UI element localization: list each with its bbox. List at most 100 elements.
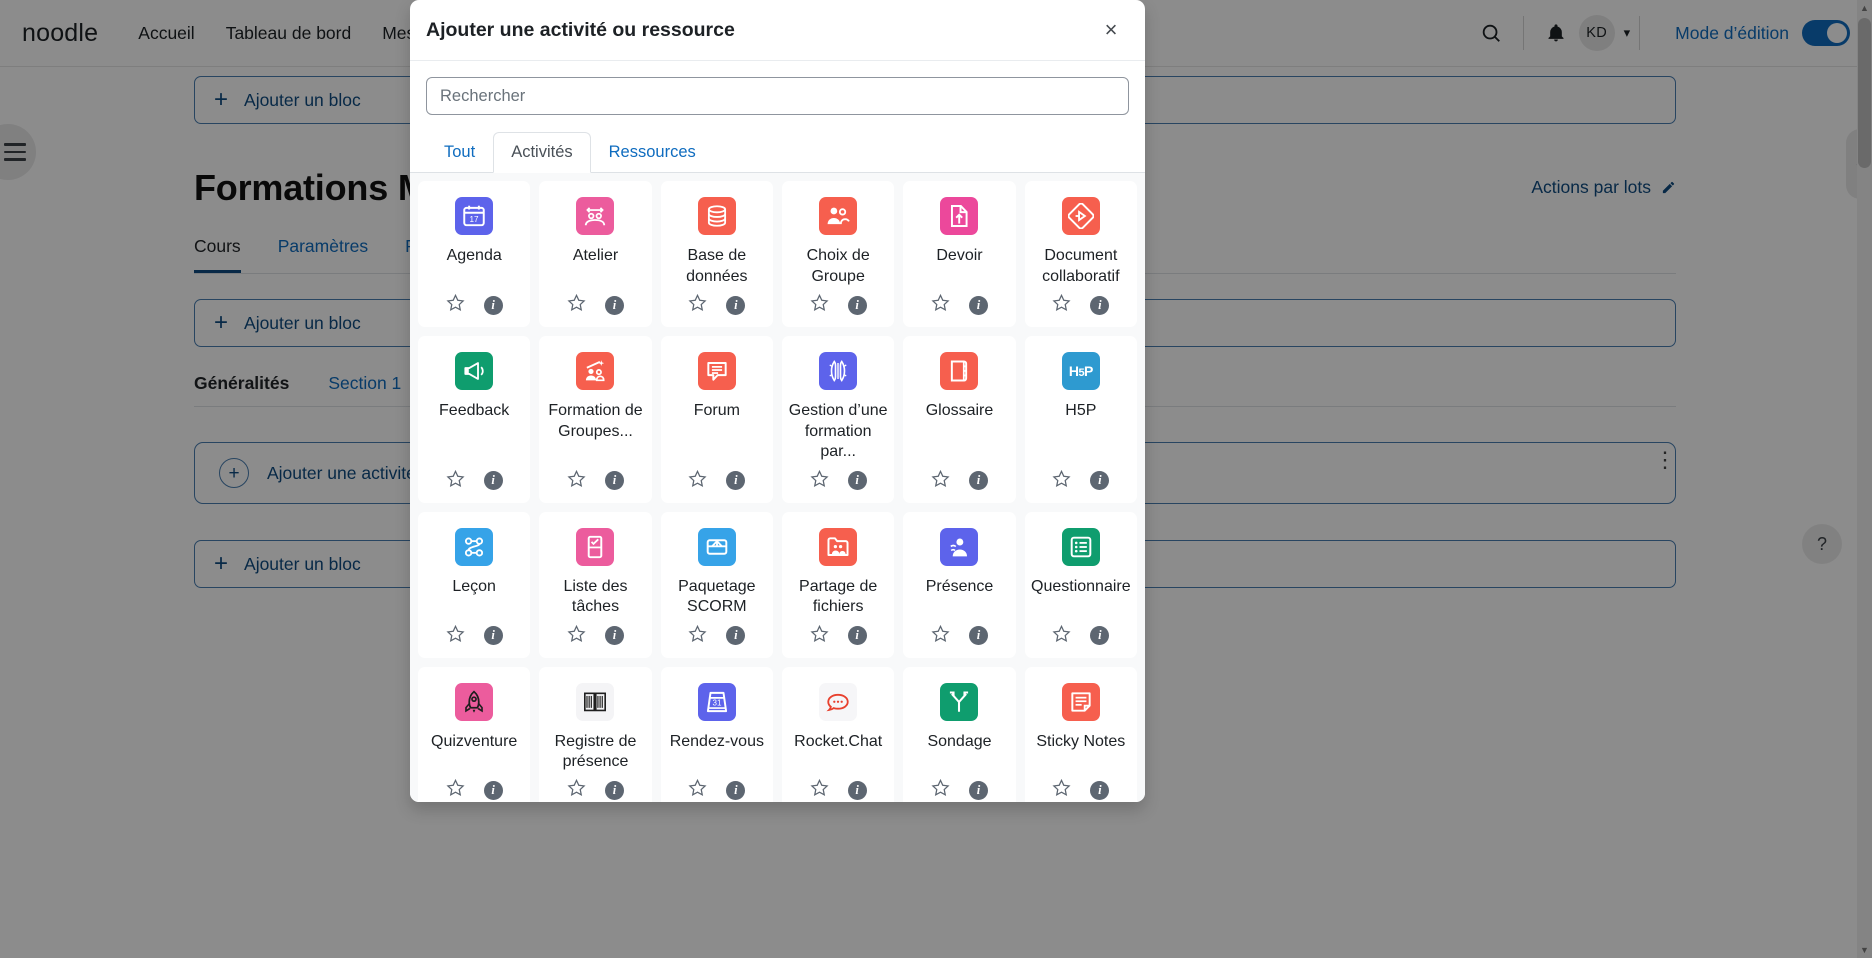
star-outline-icon[interactable] bbox=[446, 293, 465, 317]
lesson-icon bbox=[455, 527, 494, 566]
info-circle-icon[interactable]: i bbox=[483, 471, 503, 491]
activity-card-actions: i bbox=[931, 293, 988, 319]
activity-card[interactable]: Glossaire i bbox=[903, 336, 1016, 503]
info-circle-icon[interactable]: i bbox=[968, 626, 988, 646]
activity-card[interactable]: Registre de présence i bbox=[539, 666, 652, 802]
star-outline-icon[interactable] bbox=[567, 778, 586, 802]
info-circle-icon[interactable]: i bbox=[847, 471, 867, 491]
star-outline-icon[interactable] bbox=[931, 778, 950, 802]
info-circle-icon[interactable]: i bbox=[483, 780, 503, 800]
activity-card-actions: i bbox=[567, 293, 624, 319]
info-circle-icon[interactable]: i bbox=[726, 780, 746, 800]
workshop-icon bbox=[576, 197, 615, 236]
activity-card[interactable]: 17 Agenda i bbox=[418, 181, 531, 328]
activity-card[interactable]: Partage de fichiers i bbox=[782, 511, 895, 658]
star-outline-icon[interactable] bbox=[688, 469, 707, 493]
star-outline-icon[interactable] bbox=[567, 293, 586, 317]
activity-card[interactable]: Sticky Notes i bbox=[1024, 666, 1137, 802]
star-outline-icon[interactable] bbox=[931, 469, 950, 493]
star-outline-icon[interactable] bbox=[931, 624, 950, 648]
star-outline-icon[interactable] bbox=[446, 469, 465, 493]
collab-doc-icon bbox=[1061, 197, 1100, 236]
info-circle-icon[interactable]: i bbox=[604, 471, 624, 491]
star-outline-icon[interactable] bbox=[446, 778, 465, 802]
appointment-icon: 31 bbox=[697, 682, 736, 721]
info-circle-icon[interactable]: i bbox=[483, 295, 503, 315]
activity-card-actions: i bbox=[931, 778, 988, 802]
star-outline-icon[interactable] bbox=[810, 293, 829, 317]
info-circle-icon[interactable]: i bbox=[968, 295, 988, 315]
star-outline-icon[interactable] bbox=[810, 469, 829, 493]
tab-activites[interactable]: Activités bbox=[493, 132, 591, 174]
star-outline-icon[interactable] bbox=[688, 778, 707, 802]
star-outline-icon[interactable] bbox=[1052, 778, 1071, 802]
search-input[interactable] bbox=[426, 77, 1129, 115]
star-outline-icon[interactable] bbox=[1052, 293, 1071, 317]
tab-ressources[interactable]: Ressources bbox=[591, 132, 714, 173]
info-circle-icon[interactable]: i bbox=[726, 295, 746, 315]
info-circle-icon[interactable]: i bbox=[1090, 626, 1110, 646]
activity-card-label: Glossaire bbox=[925, 402, 994, 420]
sticky-notes-icon bbox=[1061, 682, 1100, 721]
activity-card[interactable]: 31 Rendez-vous i bbox=[660, 666, 773, 802]
info-circle-icon[interactable]: i bbox=[968, 780, 988, 800]
activity-card-actions: i bbox=[1052, 469, 1110, 495]
info-circle-icon[interactable]: i bbox=[604, 780, 624, 800]
activity-card[interactable]: Quizventure i bbox=[418, 666, 531, 802]
info-circle-icon[interactable]: i bbox=[483, 626, 503, 646]
info-circle-icon[interactable]: i bbox=[968, 471, 988, 491]
activity-card[interactable]: Questionnaire i bbox=[1024, 511, 1137, 658]
activity-card[interactable]: Sondage i bbox=[903, 666, 1016, 802]
star-outline-icon[interactable] bbox=[810, 624, 829, 648]
activity-card[interactable]: Forum i bbox=[660, 336, 773, 503]
modal-title: Ajouter une activité ou ressource bbox=[426, 18, 735, 41]
activity-card[interactable]: Feedback i bbox=[418, 336, 531, 503]
star-outline-icon[interactable] bbox=[931, 293, 950, 317]
star-outline-icon[interactable] bbox=[1052, 624, 1071, 648]
star-outline-icon[interactable] bbox=[688, 624, 707, 648]
info-circle-icon[interactable]: i bbox=[726, 471, 746, 491]
activity-card[interactable]: Devoir i bbox=[903, 181, 1016, 328]
activity-card[interactable]: Base de données i bbox=[660, 181, 773, 328]
info-circle-icon[interactable]: i bbox=[847, 295, 867, 315]
activity-card[interactable]: Choix de Groupe i bbox=[782, 181, 895, 328]
activity-card-label: Rendez-vous bbox=[669, 732, 764, 750]
star-outline-icon[interactable] bbox=[810, 778, 829, 802]
star-outline-icon[interactable] bbox=[446, 624, 465, 648]
info-circle-icon[interactable]: i bbox=[604, 626, 624, 646]
info-circle-icon[interactable]: i bbox=[1090, 295, 1110, 315]
star-outline-icon[interactable] bbox=[1052, 469, 1071, 493]
activity-card[interactable]: Présence i bbox=[903, 511, 1016, 658]
activity-card[interactable]: Rocket.Chat i bbox=[782, 666, 895, 802]
activity-card[interactable]: Leçon i bbox=[418, 511, 531, 658]
activity-card[interactable]: Formation de Groupes... i bbox=[539, 336, 652, 503]
star-outline-icon[interactable] bbox=[688, 293, 707, 317]
star-outline-icon[interactable] bbox=[567, 624, 586, 648]
info-circle-icon[interactable]: i bbox=[726, 626, 746, 646]
activity-card[interactable]: H5P H5P i bbox=[1024, 336, 1137, 503]
activity-card[interactable]: Paquetage SCORM i bbox=[660, 511, 773, 658]
activity-card-label: Sticky Notes bbox=[1036, 732, 1126, 750]
activity-card-label: Quizventure bbox=[431, 732, 518, 750]
h5p-icon: H5P bbox=[1061, 352, 1100, 391]
info-circle-icon[interactable]: i bbox=[604, 295, 624, 315]
info-circle-icon[interactable]: i bbox=[1090, 471, 1110, 491]
close-icon[interactable]: × bbox=[1097, 16, 1125, 44]
activity-card-label: H5P bbox=[1065, 402, 1097, 420]
activity-card[interactable]: Gestion d’une formation par... i bbox=[782, 336, 895, 503]
svg-text:17: 17 bbox=[470, 215, 480, 224]
activity-card-actions: i bbox=[688, 778, 746, 802]
info-circle-icon[interactable]: i bbox=[1090, 780, 1110, 800]
info-circle-icon[interactable]: i bbox=[847, 780, 867, 800]
activity-card[interactable]: Liste des tâches i bbox=[539, 511, 652, 658]
activity-card-actions: i bbox=[567, 624, 624, 650]
tab-tout[interactable]: Tout bbox=[426, 132, 493, 173]
activity-card[interactable]: Atelier i bbox=[539, 181, 652, 328]
activity-card-label: Base de données bbox=[686, 247, 748, 285]
activity-card-actions: i bbox=[931, 624, 988, 650]
activity-card[interactable]: Document collaboratif i bbox=[1024, 181, 1137, 328]
activity-card-actions: i bbox=[810, 293, 867, 319]
star-outline-icon[interactable] bbox=[567, 469, 586, 493]
activity-chooser-scroll[interactable]: 17 Agenda i Atelier i Base de données i Choix d… bbox=[410, 173, 1145, 802]
info-circle-icon[interactable]: i bbox=[847, 626, 867, 646]
